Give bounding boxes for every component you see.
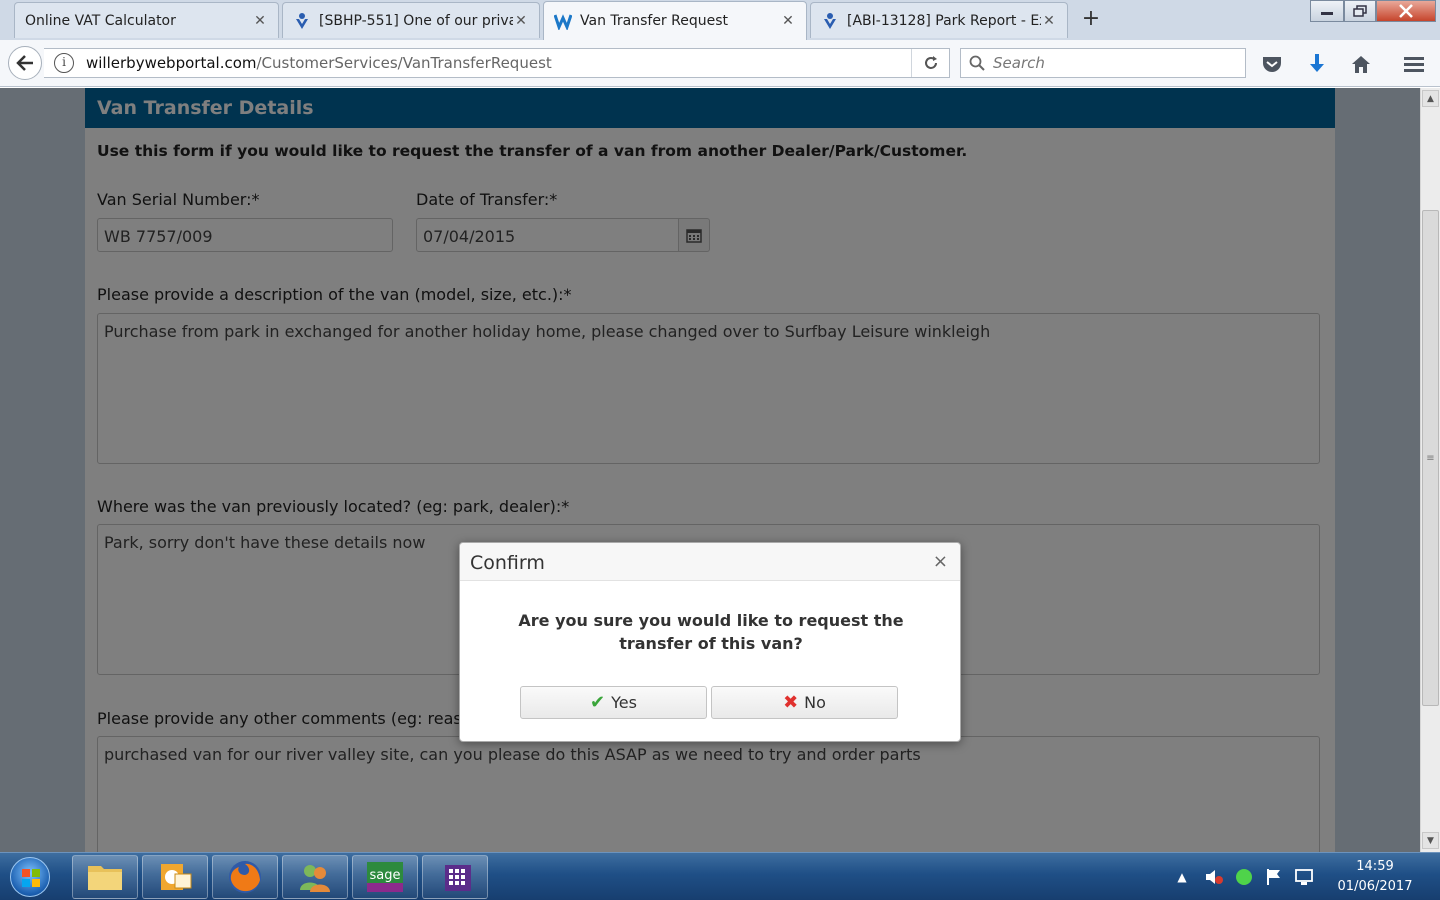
search-icon: [969, 55, 985, 71]
new-tab-button[interactable]: +: [1078, 6, 1104, 32]
home-icon: [1352, 56, 1370, 73]
tab-van-transfer-request[interactable]: Van Transfer Request ✕: [543, 1, 807, 40]
firefox-icon: [229, 861, 261, 893]
tab-close-icon[interactable]: ✕: [780, 13, 796, 29]
reload-button[interactable]: [911, 49, 949, 77]
minimize-icon: [1321, 12, 1333, 15]
browser-nav-bar: i willerbywebportal.com/CustomerServices…: [0, 40, 1440, 87]
search-input[interactable]: Search: [960, 48, 1246, 78]
action-center-flag-icon[interactable]: [1264, 867, 1284, 887]
tab-close-icon[interactable]: ✕: [1041, 13, 1057, 29]
page-viewport: Van Transfer Details Use this form if yo…: [0, 88, 1420, 852]
yes-button[interactable]: ✔ Yes: [520, 686, 707, 719]
menu-button[interactable]: [1402, 52, 1426, 76]
explorer-icon: [88, 866, 122, 890]
tab-close-icon[interactable]: ✕: [252, 13, 268, 29]
browser-tab-bar: Online VAT Calculator ✕ [SBHP-551] One o…: [0, 0, 1440, 40]
tab-sbhp-551[interactable]: [SBHP-551] One of our privat ✕: [282, 2, 540, 38]
hamburger-menu-icon: [1404, 57, 1424, 72]
yes-label: Yes: [611, 693, 637, 712]
url-bar[interactable]: i willerbywebportal.com/CustomerServices…: [44, 48, 950, 78]
display-monitor-icon[interactable]: [1294, 867, 1314, 887]
dialog-message: Are you sure you would like to request t…: [500, 609, 922, 655]
taskbar-grid-app[interactable]: [422, 855, 488, 899]
taskbar-sage[interactable]: sage: [352, 855, 418, 899]
url-host: willerbywebportal.com: [86, 54, 257, 72]
window-close-button[interactable]: [1376, 0, 1436, 22]
clock-date: 01/06/2017: [1337, 879, 1413, 894]
download-arrow-icon: [1310, 54, 1324, 72]
tab-abi-13128[interactable]: [ABI-13128] Park Report - Ext ✕: [810, 2, 1068, 38]
jira-icon: [296, 12, 308, 29]
network-status-icon[interactable]: [1234, 867, 1254, 887]
scroll-down-button[interactable]: ▼: [1422, 832, 1439, 849]
reload-icon: [924, 56, 937, 69]
grid-app-icon: [445, 865, 471, 891]
confirm-dialog: Confirm × Are you sure you would like to…: [459, 542, 961, 742]
scroll-thumb[interactable]: ≡: [1422, 210, 1439, 706]
contacts-icon: [300, 865, 330, 892]
tab-close-icon[interactable]: ✕: [513, 13, 529, 29]
taskbar-firefox[interactable]: [212, 855, 278, 899]
tab-title: [ABI-13128] Park Report - Ext: [847, 12, 1041, 29]
taskbar-outlook[interactable]: [142, 855, 208, 899]
checkmark-icon: ✔: [590, 692, 606, 713]
dialog-close-icon[interactable]: ×: [933, 553, 948, 571]
jira-icon: [824, 12, 836, 29]
start-button[interactable]: [10, 857, 50, 897]
pocket-button[interactable]: [1260, 52, 1284, 76]
restore-button[interactable]: [1344, 0, 1376, 22]
windows-taskbar: sage ▲ 14:59 01/06/2017: [0, 852, 1440, 900]
volume-muted-icon[interactable]: [1204, 867, 1224, 887]
taskbar-explorer[interactable]: [72, 855, 138, 899]
page-scrollbar[interactable]: ▲ ≡ ▼: [1420, 88, 1440, 852]
windows-logo-icon: [22, 869, 40, 887]
tab-online-vat-calculator[interactable]: Online VAT Calculator ✕: [14, 2, 279, 38]
back-arrow-icon: [16, 55, 33, 71]
minimize-button[interactable]: [1310, 0, 1344, 22]
cross-icon: ✖: [783, 692, 799, 713]
no-button[interactable]: ✖ No: [711, 686, 898, 719]
restore-icon: [1353, 5, 1367, 17]
system-clock[interactable]: 14:59 01/06/2017: [1330, 857, 1420, 897]
clock-time: 14:59: [1356, 859, 1394, 874]
show-hidden-icons-button[interactable]: ▲: [1172, 867, 1192, 887]
scroll-up-button[interactable]: ▲: [1422, 90, 1439, 107]
sage-logo-text: sage: [370, 868, 401, 883]
dialog-title: Confirm: [470, 552, 545, 574]
downloads-button[interactable]: [1305, 52, 1329, 76]
dialog-header: Confirm ×: [460, 543, 960, 581]
back-button[interactable]: [8, 46, 42, 80]
sage-icon: sage: [367, 862, 403, 892]
search-placeholder: Search: [993, 54, 1045, 72]
outlook-icon: [161, 864, 192, 890]
home-button[interactable]: [1349, 52, 1373, 76]
willerby-icon: [554, 14, 572, 30]
tab-title: Online VAT Calculator: [25, 12, 176, 29]
url-path: /CustomerServices/VanTransferRequest: [256, 54, 552, 72]
pocket-icon: [1263, 57, 1281, 72]
dialog-message-line-2: transfer of this van?: [619, 634, 803, 653]
close-icon: [1399, 4, 1413, 18]
taskbar-contacts[interactable]: [282, 855, 348, 899]
tab-title: Van Transfer Request: [580, 13, 729, 29]
no-label: No: [804, 693, 826, 712]
site-info-icon[interactable]: i: [54, 53, 74, 73]
dialog-message-line-1: Are you sure you would like to request t…: [518, 611, 904, 630]
tab-title: [SBHP-551] One of our privat: [319, 12, 513, 29]
